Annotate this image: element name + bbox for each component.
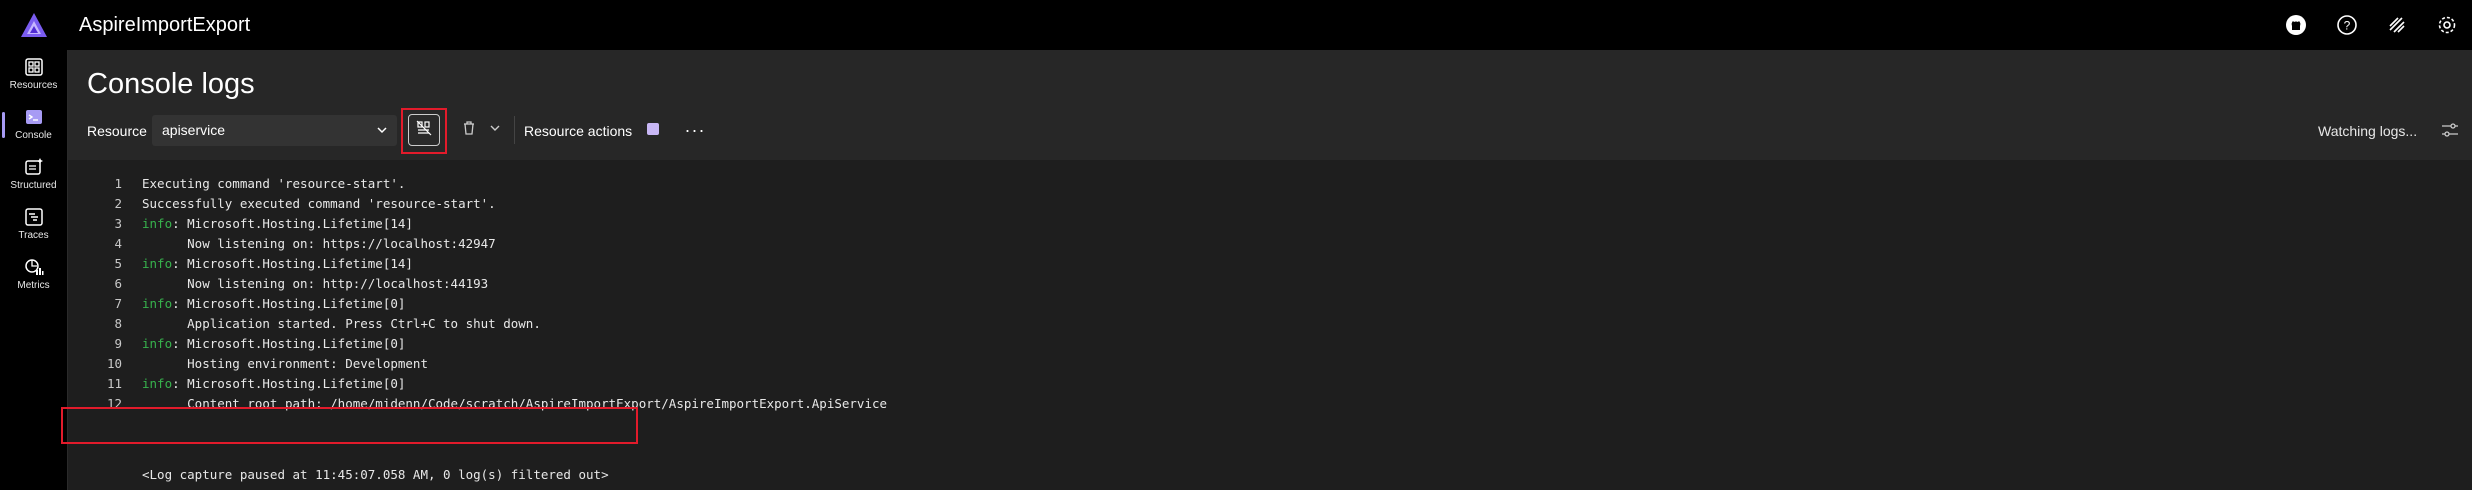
settings-icon[interactable] [2434, 12, 2460, 38]
chevron-down-icon [489, 121, 501, 139]
log-line-number: 3 [114, 216, 122, 231]
log-message: : Microsoft.Hosting.Lifetime[14] [172, 216, 413, 231]
log-message: Content root path: /home/midenn/Code/scr… [142, 396, 888, 411]
resource-actions-label: Resource actions [524, 123, 633, 139]
github-icon[interactable] [2283, 12, 2309, 38]
log-line-text: info: Microsoft.Hosting.Lifetime[0] [142, 294, 405, 314]
trash-icon [461, 120, 477, 141]
log-line-number: 10 [106, 356, 122, 371]
log-level-info: info [142, 216, 173, 231]
log-message: Successfully executed command 'resource-… [142, 196, 496, 211]
log-message: : Microsoft.Hosting.Lifetime[0] [172, 336, 406, 351]
nav-item-structured[interactable]: Structured [0, 150, 67, 200]
log-line-text: info: Microsoft.Hosting.Lifetime[14] [142, 254, 413, 274]
resource-select[interactable]: apiservice [152, 115, 397, 146]
nav-label-traces: Traces [18, 230, 49, 241]
log-message: Application started. Press Ctrl+C to shu… [142, 316, 541, 331]
log-capture-paused-message: <Log capture paused at 11:45:07.058 AM, … [142, 467, 609, 482]
nav-label-structured: Structured [10, 180, 57, 191]
log-message: : Microsoft.Hosting.Lifetime[0] [172, 376, 406, 391]
clear-logs-button[interactable] [455, 114, 507, 146]
log-message: Now listening on: https://localhost:4294… [142, 236, 496, 251]
app-title[interactable]: AspireImportExport [79, 12, 250, 38]
console-header: Console logs Resource apiservice Resourc… [68, 50, 2472, 160]
svg-text:?: ? [2344, 19, 2351, 33]
nav-label-metrics: Metrics [17, 280, 50, 291]
resources-icon [23, 56, 45, 78]
log-line-text: Content root path: /home/midenn/Code/scr… [142, 394, 887, 414]
resource-action-stop-icon[interactable] [647, 123, 659, 135]
pause-icon [416, 120, 432, 141]
log-level-info: info [142, 256, 173, 271]
log-level-info: info [142, 376, 173, 391]
log-level-info: info [142, 296, 173, 311]
log-viewer[interactable]: 1 Executing command 'resource-start'. 2 Suc… [68, 160, 2472, 490]
log-line-text: info: Microsoft.Hosting.Lifetime[14] [142, 214, 413, 234]
log-line-number: 4 [114, 236, 122, 251]
nav-item-traces[interactable]: Traces [0, 200, 67, 250]
log-line-number: 12 [106, 396, 122, 411]
console-icon [23, 106, 45, 128]
main-content: Console logs Resource apiservice Resourc… [61, 50, 2472, 490]
log-line-text: Hosting environment: Development [142, 354, 428, 374]
log-line-number: 1 [114, 176, 122, 191]
nav-item-console[interactable]: Console [0, 100, 67, 150]
help-icon[interactable]: ? [2334, 12, 2360, 38]
toolbar-divider [514, 116, 515, 144]
side-navigation: Resources Console Structured Traces Metr… [0, 50, 68, 490]
nav-label-resources: Resources [9, 80, 58, 91]
nav-label-console: Console [15, 130, 52, 141]
traces-icon [23, 206, 45, 228]
log-line-text: Application started. Press Ctrl+C to shu… [142, 314, 541, 334]
metrics-icon [23, 256, 45, 278]
structured-icon [23, 156, 45, 178]
log-level-info: info [142, 336, 173, 351]
filter-settings-icon[interactable] [2438, 118, 2462, 142]
aspire-logo-icon[interactable] [20, 12, 48, 38]
log-line-number: 9 [114, 336, 122, 351]
log-line-text: Now listening on: http://localhost:44193 [142, 274, 488, 294]
log-line-text: info: Microsoft.Hosting.Lifetime[0] [142, 334, 405, 354]
log-message: : Microsoft.Hosting.Lifetime[0] [172, 296, 406, 311]
log-message: : Microsoft.Hosting.Lifetime[14] [172, 256, 413, 271]
log-line-number: 11 [106, 376, 122, 391]
log-line-text: info: Microsoft.Hosting.Lifetime[0] [142, 374, 405, 394]
log-line-text: Now listening on: https://localhost:4294… [142, 234, 496, 254]
log-line-number: 7 [114, 296, 122, 311]
nav-item-resources[interactable]: Resources [0, 50, 67, 100]
log-message: Executing command 'resource-start'. [142, 176, 406, 191]
theme-icon[interactable] [2384, 12, 2410, 38]
log-line-text: Executing command 'resource-start'. [142, 174, 405, 194]
log-line-number: 8 [114, 316, 122, 331]
more-actions-button[interactable]: ··· [681, 116, 709, 144]
log-message: Now listening on: http://localhost:44193 [142, 276, 489, 291]
nav-item-metrics[interactable]: Metrics [0, 250, 67, 300]
watching-status: Watching logs... [2318, 123, 2418, 139]
page-title: Console logs [87, 68, 255, 100]
log-line-text: Successfully executed command 'resource-… [142, 194, 496, 214]
top-bar: AspireImportExport ? [0, 0, 2472, 50]
log-line-number: 5 [114, 256, 122, 271]
log-line-number: 2 [114, 196, 122, 211]
log-line-number: 6 [114, 276, 122, 291]
chevron-down-icon [375, 123, 389, 137]
resource-select-value: apiservice [162, 122, 226, 138]
pause-log-capture-button[interactable] [408, 114, 440, 146]
log-message: Hosting environment: Development [142, 356, 428, 371]
resource-label: Resource [87, 123, 147, 139]
